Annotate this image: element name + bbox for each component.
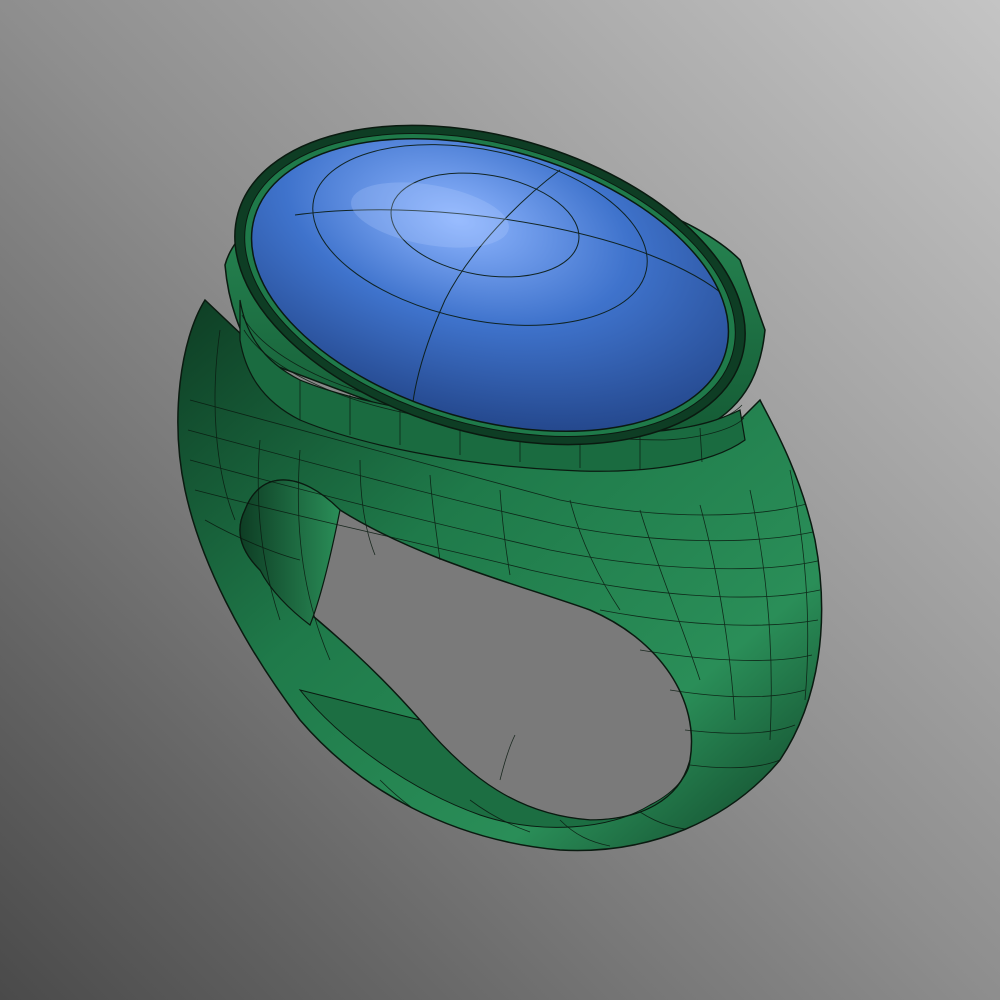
ring-render bbox=[0, 0, 1000, 1000]
render-viewport bbox=[0, 0, 1000, 1000]
